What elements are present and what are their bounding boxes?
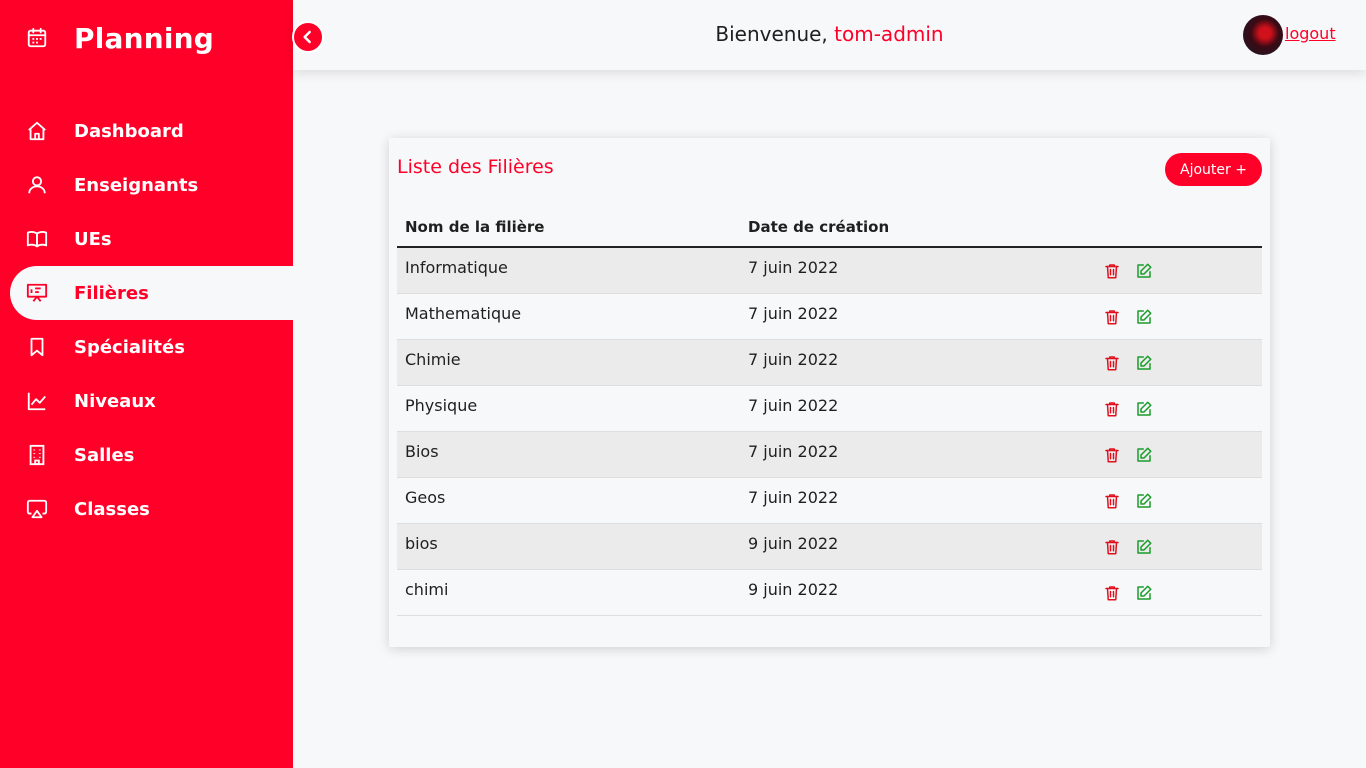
sidebar-item-enseignants[interactable]: Enseignants [0, 158, 293, 212]
sidebar-item-filieres[interactable]: Filières [10, 266, 293, 320]
column-header-name: Nom de la filière [405, 218, 545, 236]
chart-line-icon [26, 390, 48, 412]
building-icon [26, 444, 48, 466]
edit-icon[interactable] [1135, 262, 1153, 280]
creation-date: 9 juin 2022 [748, 534, 839, 553]
table-body: Informatique 7 juin 2022 Mathematique 7 jui… [397, 248, 1262, 616]
edit-icon[interactable] [1135, 400, 1153, 418]
creation-date: 7 juin 2022 [748, 258, 839, 277]
row-actions [1089, 538, 1262, 556]
brand[interactable]: Planning [26, 18, 214, 58]
filieres-card: Liste des Filières Ajouter + Nom de la f… [389, 138, 1270, 647]
delete-icon[interactable] [1103, 538, 1121, 556]
sidebar-item-niveaux[interactable]: Niveaux [0, 374, 293, 428]
airplay-icon [26, 498, 48, 520]
row-actions [1089, 308, 1262, 326]
sidebar-item-label: UEs [74, 228, 112, 250]
edit-icon[interactable] [1135, 492, 1153, 510]
sidebar-item-specialites[interactable]: Spécialités [0, 320, 293, 374]
sidebar-item-ues[interactable]: UEs [0, 212, 293, 266]
sidebar-item-label: Dashboard [74, 120, 184, 142]
row-actions [1089, 400, 1262, 418]
creation-date: 7 juin 2022 [748, 442, 839, 461]
row-actions [1089, 584, 1262, 602]
top-header: Bienvenue, tom-admin logout [292, 0, 1366, 70]
delete-icon[interactable] [1103, 492, 1121, 510]
table-header: Nom de la filière Date de création [397, 208, 1262, 248]
username: tom-admin [834, 22, 944, 46]
filiere-name: chimi [405, 580, 449, 599]
delete-icon[interactable] [1103, 446, 1121, 464]
sidebar-item-label: Filières [74, 282, 149, 304]
table-row: Geos 7 juin 2022 [397, 478, 1262, 524]
sidebar-item-label: Classes [74, 498, 150, 520]
delete-icon[interactable] [1103, 584, 1121, 602]
edit-icon[interactable] [1135, 354, 1153, 372]
filieres-table: Nom de la filière Date de création Infor… [397, 208, 1262, 616]
calendar-icon [26, 27, 48, 49]
filiere-name: bios [405, 534, 438, 553]
book-icon [26, 228, 48, 250]
creation-date: 7 juin 2022 [748, 396, 839, 415]
creation-date: 9 juin 2022 [748, 580, 839, 599]
sidebar: Planning Dashboard Enseignants UEs Filiè… [0, 0, 293, 768]
sidebar-item-classes[interactable]: Classes [0, 482, 293, 536]
table-row: Bios 7 juin 2022 [397, 432, 1262, 478]
logout-link[interactable]: logout [1285, 24, 1336, 43]
row-actions [1089, 492, 1262, 510]
sidebar-item-label: Niveaux [74, 390, 156, 412]
welcome-prefix: Bienvenue, [715, 22, 835, 46]
table-row: Physique 7 juin 2022 [397, 386, 1262, 432]
user-icon [26, 174, 48, 196]
avatar[interactable] [1243, 15, 1283, 55]
filiere-name: Bios [405, 442, 439, 461]
table-row: Mathematique 7 juin 2022 [397, 294, 1262, 340]
delete-icon[interactable] [1103, 354, 1121, 372]
table-row: bios 9 juin 2022 [397, 524, 1262, 570]
filiere-name: Mathematique [405, 304, 522, 323]
creation-date: 7 juin 2022 [748, 488, 839, 507]
creation-date: 7 juin 2022 [748, 304, 839, 323]
creation-date: 7 juin 2022 [748, 350, 839, 369]
sidebar-item-label: Salles [74, 444, 135, 466]
table-row: Informatique 7 juin 2022 [397, 248, 1262, 294]
table-row: Chimie 7 juin 2022 [397, 340, 1262, 386]
delete-icon[interactable] [1103, 308, 1121, 326]
row-actions [1089, 354, 1262, 372]
table-row: chimi 9 juin 2022 [397, 570, 1262, 616]
filiere-name: Geos [405, 488, 446, 507]
filiere-name: Informatique [405, 258, 508, 277]
filiere-name: Chimie [405, 350, 461, 369]
page-title: Liste des Filières [397, 156, 554, 178]
welcome-message: Bienvenue, tom-admin [293, 22, 1366, 46]
presentation-icon [26, 282, 48, 304]
sidebar-item-label: Spécialités [74, 336, 185, 358]
edit-icon[interactable] [1135, 308, 1153, 326]
app-title: Planning [74, 21, 215, 55]
column-header-date: Date de création [748, 218, 890, 236]
row-actions [1089, 446, 1262, 464]
delete-icon[interactable] [1103, 262, 1121, 280]
delete-icon[interactable] [1103, 400, 1121, 418]
sidebar-item-salles[interactable]: Salles [0, 428, 293, 482]
row-actions [1089, 262, 1262, 280]
edit-icon[interactable] [1135, 584, 1153, 602]
home-icon [26, 120, 48, 142]
bookmark-icon [26, 336, 48, 358]
add-button[interactable]: Ajouter + [1165, 153, 1262, 186]
filiere-name: Physique [405, 396, 478, 415]
edit-icon[interactable] [1135, 446, 1153, 464]
edit-icon[interactable] [1135, 538, 1153, 556]
sidebar-item-dashboard[interactable]: Dashboard [0, 104, 293, 158]
sidebar-item-label: Enseignants [74, 174, 199, 196]
sidebar-nav: Dashboard Enseignants UEs Filières Spéci… [0, 104, 293, 536]
